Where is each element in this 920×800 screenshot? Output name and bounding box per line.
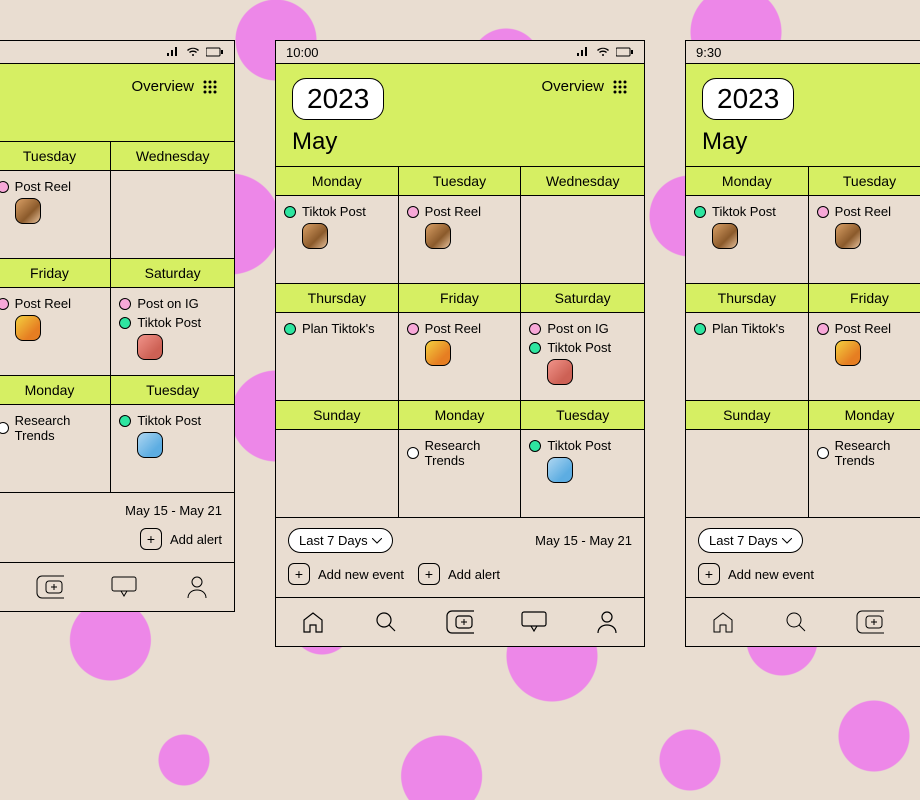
event-label: Tiktok Post xyxy=(547,438,611,453)
home-icon[interactable] xyxy=(299,610,327,634)
add-alert-button[interactable]: + Add alert xyxy=(418,563,500,585)
battery-icon xyxy=(616,47,634,57)
day-head-tue: Tuesday xyxy=(399,167,522,196)
cell-fri[interactable]: Post Reel xyxy=(399,313,522,401)
profile-icon[interactable] xyxy=(593,610,621,634)
day-head-tue2: Tuesday xyxy=(521,401,644,430)
event-label: Post Reel xyxy=(425,321,481,336)
grid-icon xyxy=(612,79,628,95)
footer-meta: Last 7 Days May 15 - May 21 xyxy=(276,518,644,563)
status-bar: 10:00 xyxy=(276,41,644,63)
cell-thu[interactable]: Plan Tiktok's xyxy=(276,313,399,401)
search-icon[interactable] xyxy=(372,610,400,634)
wifi-icon xyxy=(596,47,610,57)
cell-sat[interactable]: Post on IG Tiktok Post xyxy=(521,313,644,401)
event-thumbnail[interactable] xyxy=(547,457,573,483)
plus-icon: + xyxy=(288,563,310,585)
day-head-sun: Sunday xyxy=(276,401,399,430)
add-event-button[interactable]: + Add new event xyxy=(288,563,404,585)
day-head-mon: Monday xyxy=(276,167,399,196)
overview-label: Overview xyxy=(541,78,604,95)
day-header-row-1: Monday Tuesday Wednesday xyxy=(276,167,644,196)
event-thumbnail[interactable] xyxy=(425,340,451,366)
date-range: May 15 - May 21 xyxy=(535,533,632,548)
event-label: Post Reel xyxy=(425,204,481,219)
day-header-row-2: Thursday Friday Saturday xyxy=(276,284,644,313)
event-dot xyxy=(529,323,541,335)
day-cells-row-1: Tiktok Post Post Reel xyxy=(276,196,644,284)
year-pill[interactable]: 2023 xyxy=(292,78,384,120)
event-dot xyxy=(407,323,419,335)
status-icons xyxy=(576,47,634,57)
cell-tue-1[interactable]: Post Reel xyxy=(399,196,522,284)
event-dot xyxy=(407,206,419,218)
event-label: Post on IG xyxy=(547,321,608,336)
day-head-sat: Saturday xyxy=(521,284,644,313)
status-time: 10:00 xyxy=(286,45,319,60)
event-dot xyxy=(407,447,419,459)
chat-icon[interactable] xyxy=(520,610,548,634)
event-dot xyxy=(529,440,541,452)
chevron-down-icon xyxy=(372,538,382,544)
calendar-header: 2023 Overview May xyxy=(276,63,644,167)
range-pill[interactable]: Last 7 Days xyxy=(288,528,393,553)
cell-mon-1[interactable]: Tiktok Post xyxy=(276,196,399,284)
event-label: Tiktok Post xyxy=(547,340,611,355)
cell-sun[interactable] xyxy=(276,430,399,518)
event-thumbnail[interactable] xyxy=(547,359,573,385)
add-alert-label: Add alert xyxy=(448,567,500,582)
range-label: Last 7 Days xyxy=(299,533,368,548)
cell-mon-2[interactable]: Research Trends xyxy=(399,430,522,518)
day-head-thu: Thursday xyxy=(276,284,399,313)
event-dot xyxy=(284,323,296,335)
day-cells-row-2: Plan Tiktok's Post Reel Post on IG Tikto… xyxy=(276,313,644,401)
phone-frame-left: Overview TuesdayWednesday Post Reel Frid… xyxy=(0,40,235,612)
day-head-fri: Friday xyxy=(399,284,522,313)
event-thumbnail[interactable] xyxy=(425,223,451,249)
day-head-wed: Wednesday xyxy=(521,167,644,196)
cell-wed-1[interactable] xyxy=(521,196,644,284)
month-label: May xyxy=(292,128,628,156)
event-dot xyxy=(529,342,541,354)
event-label: Tiktok Post xyxy=(302,204,366,219)
add-icon[interactable] xyxy=(446,610,474,634)
add-event-label: Add new event xyxy=(318,567,404,582)
event-label: Research Trends xyxy=(425,438,513,468)
event-dot xyxy=(284,206,296,218)
signal-icon xyxy=(576,47,590,57)
bottom-nav xyxy=(276,597,644,646)
day-cells-row-3: Research Trends Tiktok Post xyxy=(276,430,644,518)
day-head-mon2: Monday xyxy=(399,401,522,430)
plus-icon: + xyxy=(418,563,440,585)
overview-button[interactable]: Overview xyxy=(131,78,218,95)
event-thumbnail[interactable] xyxy=(302,223,328,249)
day-header-row-3: Sunday Monday Tuesday xyxy=(276,401,644,430)
phone-frame-right: 9:30 2023 May MondayTuesday Tiktok Post … xyxy=(685,40,920,647)
phone-frame-center: 10:00 2023 Overview May Monday Tuesday W… xyxy=(275,40,645,647)
cell-tue-2[interactable]: Tiktok Post xyxy=(521,430,644,518)
overview-button[interactable]: Overview xyxy=(541,78,628,95)
actions-row: + Add new event + Add alert xyxy=(276,563,644,597)
event-label: Plan Tiktok's xyxy=(302,321,375,336)
